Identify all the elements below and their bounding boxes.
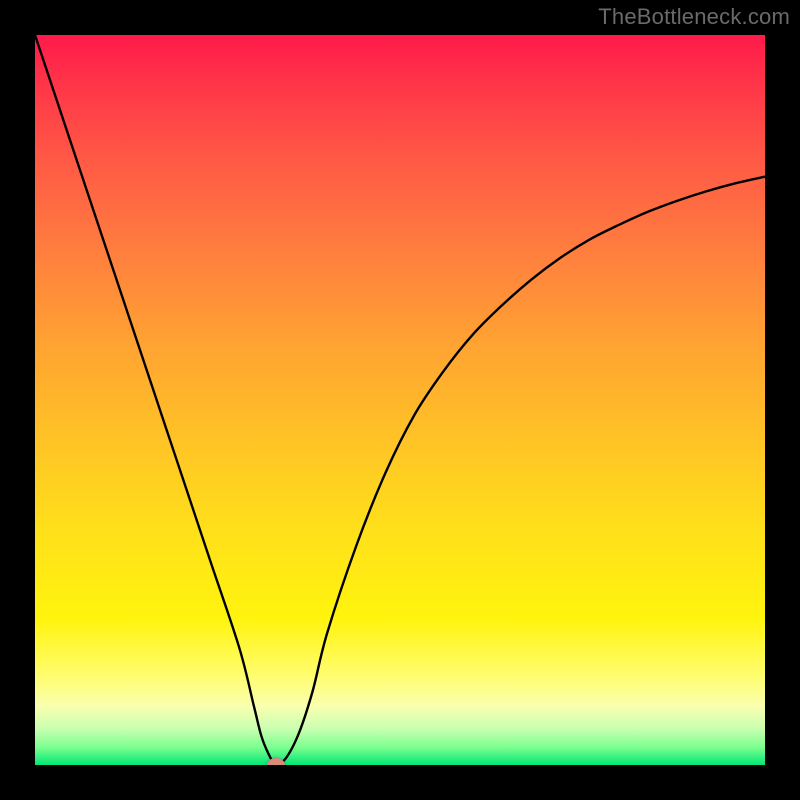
- plot-area: [35, 35, 765, 765]
- chart-frame: TheBottleneck.com: [0, 0, 800, 800]
- watermark-text: TheBottleneck.com: [598, 4, 790, 30]
- minimum-marker: [267, 758, 285, 765]
- bottleneck-curve: [35, 35, 765, 765]
